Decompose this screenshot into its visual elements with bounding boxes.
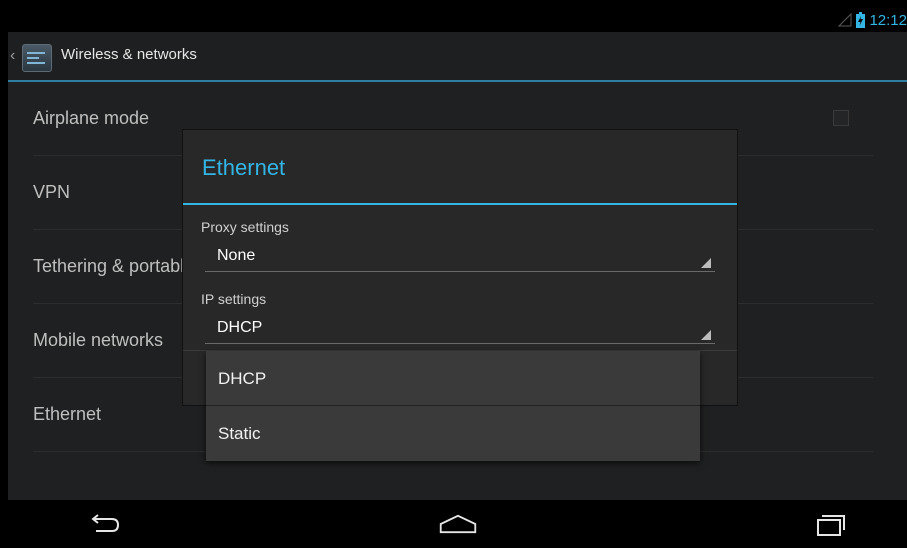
recent-apps-icon[interactable] — [810, 510, 850, 538]
dialog-title-divider — [183, 203, 737, 205]
ip-settings-label: IP settings — [201, 291, 267, 307]
back-icon[interactable] — [84, 510, 124, 538]
status-icons: 12:12 — [838, 11, 907, 29]
spinner-arrow-icon — [701, 330, 711, 340]
status-clock: 12:12 — [869, 11, 907, 29]
dropdown-option-label: Static — [218, 424, 261, 443]
dialog-title: Ethernet — [202, 155, 286, 180]
proxy-settings-value: None — [217, 247, 256, 264]
dropdown-option-label: DHCP — [218, 369, 267, 388]
spinner-arrow-icon — [701, 258, 711, 268]
action-bar: ‹ Wireless & networks — [8, 32, 907, 82]
settings-item-label: Mobile networks — [33, 330, 164, 350]
proxy-settings-label: Proxy settings — [201, 219, 289, 235]
ip-settings-value: DHCP — [217, 319, 263, 336]
proxy-settings-spinner[interactable]: None — [205, 241, 715, 272]
home-icon[interactable] — [438, 510, 478, 538]
ip-settings-spinner[interactable]: DHCP — [205, 313, 715, 344]
action-bar-title[interactable]: Wireless & networks — [61, 46, 197, 63]
navigation-bar — [8, 500, 907, 548]
settings-item-label: Airplane mode — [33, 108, 150, 128]
up-caret-icon[interactable]: ‹ — [10, 46, 20, 66]
signal-icon — [838, 13, 852, 27]
ip-settings-dropdown: DHCP Static — [206, 351, 700, 461]
wireless-settings-icon[interactable] — [22, 44, 52, 72]
dropdown-option-dhcp[interactable]: DHCP — [206, 351, 700, 406]
dropdown-option-static[interactable]: Static — [206, 406, 700, 461]
settings-item-label: VPN — [33, 182, 71, 202]
battery-charging-icon — [856, 12, 866, 28]
settings-item-label: Ethernet — [33, 404, 102, 424]
airplane-mode-checkbox[interactable] — [833, 110, 849, 126]
android-screen: 12:12 ‹ Wireless & networks Airplane mod… — [8, 8, 907, 548]
status-bar: 12:12 — [8, 8, 907, 32]
